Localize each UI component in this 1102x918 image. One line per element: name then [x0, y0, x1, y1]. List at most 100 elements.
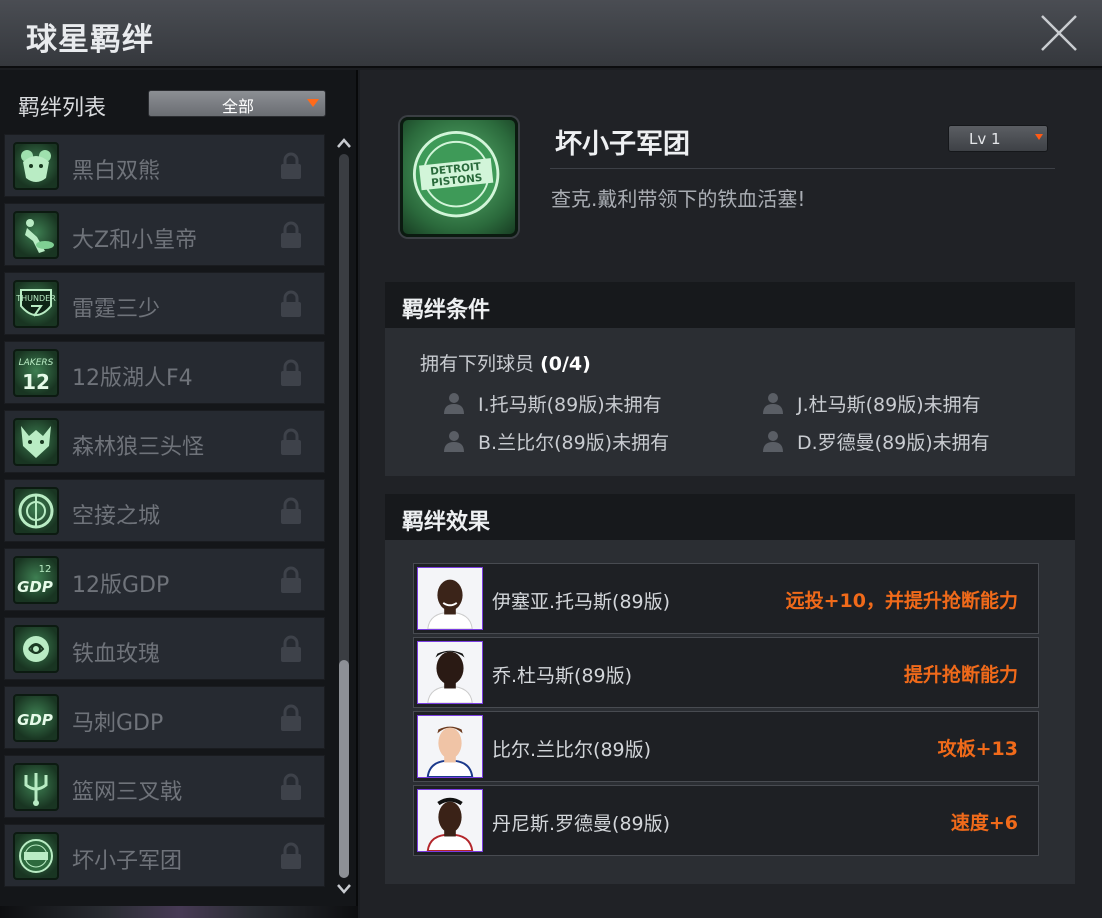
- effect-text: 攻板+13: [937, 738, 1018, 760]
- rose-icon: [13, 625, 59, 673]
- bond-description: 查克.戴利带领下的铁血活塞!: [551, 187, 806, 211]
- condition-player-text: D.罗德曼(89版)未拥有: [797, 432, 990, 454]
- list-item-lob-city[interactable]: 空接之城: [4, 479, 325, 542]
- condition-player-text: J.杜马斯(89版)未拥有: [797, 394, 981, 416]
- clippers-logo-icon: [13, 487, 59, 535]
- person-icon: [444, 393, 464, 414]
- dropdown-arrow-icon: [1035, 134, 1043, 140]
- effect-row[interactable]: 比尔.兰比尔(89版) 攻板+13: [413, 711, 1039, 782]
- person-icon: [763, 431, 783, 452]
- player-name: 比尔.兰比尔(89版): [492, 739, 652, 761]
- dropdown-arrow-icon: [307, 99, 319, 107]
- effect-text: 速度+6: [950, 812, 1018, 834]
- filter-value: 全部: [221, 97, 254, 116]
- player-name: 乔.杜马斯(89版): [492, 665, 633, 687]
- lock-icon: [281, 497, 301, 524]
- close-icon[interactable]: [1036, 10, 1082, 56]
- pistons-logo-icon: [13, 832, 59, 880]
- player-avatar: [417, 641, 483, 704]
- lock-icon: [281, 635, 301, 662]
- list-item-spurs-gdp[interactable]: GDP 马刺GDP: [4, 686, 325, 749]
- list-item-label: 坏小子军团: [72, 849, 183, 874]
- list-item-label: 马刺GDP: [72, 711, 164, 736]
- conditions-title: 羁绊条件: [402, 298, 491, 323]
- scroll-down-icon[interactable]: [336, 882, 352, 896]
- effect-row[interactable]: 伊塞亚.托马斯(89版) 远投+10，并提升抢断能力: [413, 563, 1039, 634]
- conditions-progress: (0/4): [540, 353, 591, 375]
- divider: [550, 168, 1055, 169]
- bond-list-label: 羁绊列表: [18, 96, 107, 121]
- gdp-icon: GDP: [13, 694, 59, 742]
- list-item-label: 12版湖人F4: [72, 366, 193, 391]
- gdp-12-icon: 12 GDP: [13, 556, 59, 604]
- bond-detail-panel: DETROIT PISTONS 坏小子军团 Lv 1 查克.戴利带领下的铁血活塞…: [360, 70, 1102, 918]
- scroll-up-icon[interactable]: [336, 136, 352, 150]
- svg-text:LAKERS: LAKERS: [19, 358, 54, 368]
- player-avatar: [417, 789, 483, 852]
- section-header: 羁绊效果: [385, 494, 1075, 540]
- bond-name: 坏小子军团: [555, 129, 690, 160]
- list-item-wolves[interactable]: 森林狼三头怪: [4, 410, 325, 473]
- condition-player-text: B.兰比尔(89版)未拥有: [478, 432, 670, 454]
- effect-row[interactable]: 丹尼斯.罗德曼(89版) 速度+6: [413, 785, 1039, 856]
- player-avatar: [417, 715, 483, 778]
- list-scrollbar[interactable]: [334, 136, 352, 896]
- list-item-label: 篮网三叉戟: [72, 780, 183, 805]
- window-title: 球星羁绊: [26, 22, 154, 58]
- list-item-big-z[interactable]: 大Z和小皇帝: [4, 203, 325, 266]
- list-item-label: 12版GDP: [72, 573, 170, 598]
- player-name: 伊塞亚.托马斯(89版): [492, 591, 671, 613]
- list-item-label: 雷霆三少: [72, 297, 161, 322]
- bear-icon: [13, 142, 59, 190]
- trident-icon: [13, 763, 59, 811]
- svg-text:12: 12: [22, 370, 50, 394]
- effect-text: 远投+10，并提升抢断能力: [785, 590, 1018, 612]
- dunk-player-icon: [13, 211, 59, 259]
- level-dropdown[interactable]: Lv 1: [948, 125, 1048, 152]
- title-bar: 球星羁绊: [0, 0, 1102, 68]
- lock-icon: [281, 152, 301, 179]
- lock-icon: [281, 704, 301, 731]
- lock-icon: [281, 842, 301, 869]
- list-item-gdp-12[interactable]: 12 GDP 12版GDP: [4, 548, 325, 611]
- player-name: 丹尼斯.罗德曼(89版): [492, 813, 671, 835]
- list-item-label: 空接之城: [72, 504, 161, 529]
- effects-section: 羁绊效果 伊塞亚.托马斯(89版) 远投+10，并提升抢断能力 乔.杜马斯(89…: [385, 494, 1075, 884]
- lock-icon: [281, 290, 301, 317]
- lock-icon: [281, 566, 301, 593]
- conditions-intro: 拥有下列球员 (0/4): [420, 349, 591, 376]
- effect-row[interactable]: 乔.杜马斯(89版) 提升抢断能力: [413, 637, 1039, 708]
- list-item-thunder[interactable]: THUNDER 雷霆三少: [4, 272, 325, 335]
- list-item-nets[interactable]: 篮网三叉戟: [4, 755, 325, 818]
- effects-title: 羁绊效果: [402, 510, 491, 535]
- list-item-bad-boys[interactable]: 坏小子军团: [4, 824, 325, 887]
- thunder-logo-icon: THUNDER: [13, 280, 59, 328]
- wolf-icon: [13, 418, 59, 466]
- section-header: 羁绊条件: [385, 282, 1075, 328]
- lock-icon: [281, 359, 301, 386]
- bond-list-panel: 羁绊列表 全部 黑白双熊 大Z和小皇帝 THUNDER 雷霆三少 LAKERS …: [0, 70, 358, 918]
- list-item-rose[interactable]: 铁血玫瑰: [4, 617, 325, 680]
- svg-text:12: 12: [39, 564, 52, 575]
- list-item-lakers[interactable]: LAKERS 12 12版湖人F4: [4, 341, 325, 404]
- pistons-badge-icon: DETROIT PISTONS: [400, 117, 518, 237]
- conditions-section: 羁绊条件 拥有下列球员 (0/4) I.托马斯(89版)未拥有 J.杜马斯(89…: [385, 282, 1075, 476]
- lock-icon: [281, 773, 301, 800]
- condition-player-text: I.托马斯(89版)未拥有: [478, 394, 662, 416]
- list-item-label: 铁血玫瑰: [72, 642, 161, 667]
- conditions-intro-text: 拥有下列球员: [420, 353, 535, 375]
- effect-text: 提升抢断能力: [903, 664, 1018, 686]
- person-icon: [444, 431, 464, 452]
- lock-icon: [281, 221, 301, 248]
- bottom-glow: [0, 906, 358, 918]
- level-value: Lv 1: [969, 130, 1001, 148]
- list-item-label: 黑白双熊: [72, 159, 161, 184]
- svg-text:GDP: GDP: [17, 578, 53, 596]
- svg-text:GDP: GDP: [17, 711, 53, 729]
- filter-dropdown[interactable]: 全部: [148, 90, 326, 117]
- club-bonds-window: 球星羁绊 羁绊列表 全部 黑白双熊 大Z和小皇帝 THUNDER 雷霆三少 LA…: [0, 0, 1102, 918]
- scroll-thumb[interactable]: [339, 660, 349, 878]
- list-item-bear[interactable]: 黑白双熊: [4, 134, 325, 197]
- list-item-label: 森林狼三头怪: [72, 435, 205, 460]
- player-avatar: [417, 567, 483, 630]
